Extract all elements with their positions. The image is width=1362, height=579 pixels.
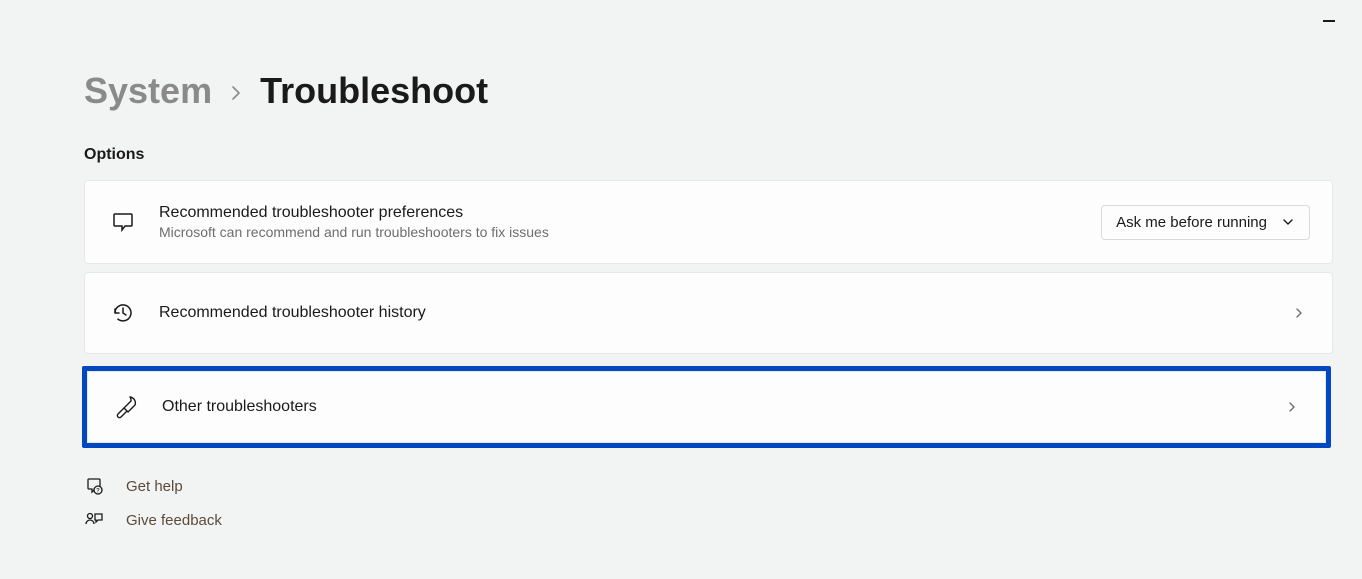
card-title: Recommended troubleshooter preferences — [159, 203, 1101, 224]
link-label: Get help — [126, 478, 183, 495]
chat-bubble-icon — [107, 210, 139, 234]
chevron-down-icon — [1281, 215, 1295, 229]
link-get-help[interactable]: ? Get help — [84, 476, 1302, 496]
link-label: Give feedback — [126, 512, 222, 529]
chevron-right-icon — [1292, 306, 1310, 320]
card-subtitle: Microsoft can recommend and run troubles… — [159, 223, 1101, 241]
preferences-dropdown[interactable]: Ask me before running — [1101, 205, 1310, 240]
dropdown-value: Ask me before running — [1116, 214, 1267, 231]
card-title: Recommended troubleshooter history — [159, 303, 1292, 324]
history-icon — [107, 300, 139, 326]
breadcrumb-current: Troubleshoot — [260, 70, 488, 112]
card-title: Other troubleshooters — [162, 397, 1285, 418]
breadcrumb-parent[interactable]: System — [84, 70, 212, 112]
minimize-button[interactable] — [1320, 12, 1338, 30]
card-troubleshooter-preferences[interactable]: Recommended troubleshooter preferences M… — [84, 180, 1333, 264]
section-label-options: Options — [84, 146, 1302, 164]
link-give-feedback[interactable]: Give feedback — [84, 510, 1302, 530]
chevron-right-icon — [1285, 400, 1303, 414]
card-troubleshooter-history[interactable]: Recommended troubleshooter history — [84, 272, 1333, 354]
wrench-icon — [110, 394, 142, 420]
highlight-other-troubleshooters: Other troubleshooters — [82, 366, 1331, 448]
card-other-troubleshooters[interactable]: Other troubleshooters — [87, 371, 1326, 443]
chevron-right-icon — [230, 81, 242, 107]
feedback-icon — [84, 510, 104, 530]
breadcrumb: System Troubleshoot — [84, 70, 1302, 112]
help-icon: ? — [84, 476, 104, 496]
svg-text:?: ? — [96, 489, 100, 495]
